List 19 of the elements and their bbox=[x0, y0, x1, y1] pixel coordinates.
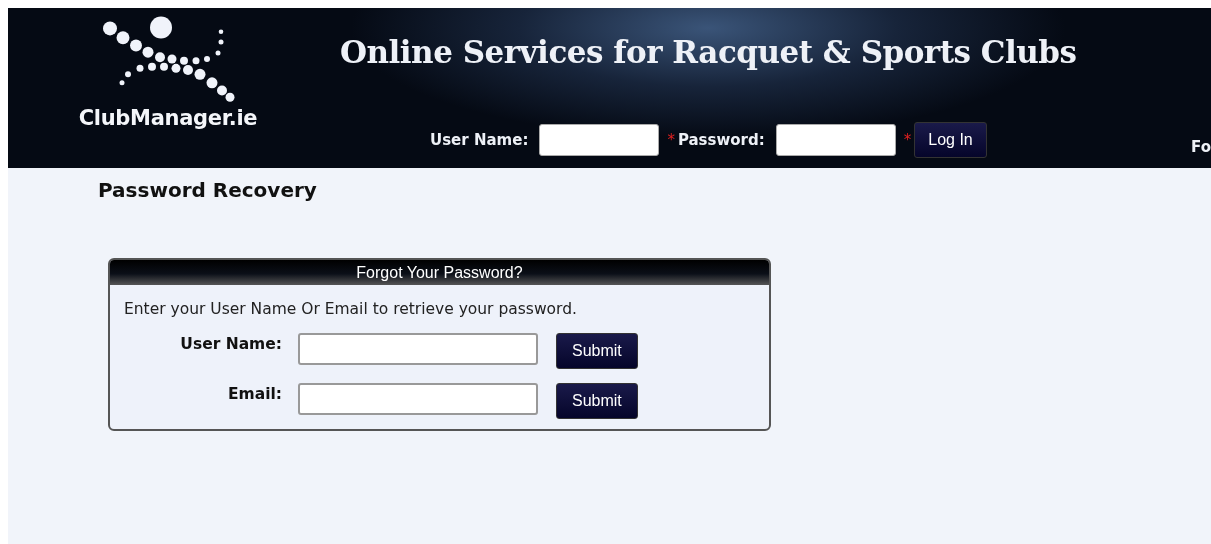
cut-off-text: Fo bbox=[1191, 138, 1211, 156]
login-input-field[interactable] bbox=[539, 124, 660, 156]
login-label: Password: bbox=[677, 131, 765, 149]
site-title: Online Services for Racquet & Sports Clubs bbox=[340, 34, 1078, 70]
page-title: Password Recovery bbox=[98, 178, 318, 202]
login-input-field[interactable] bbox=[775, 124, 896, 156]
field-label: Email: bbox=[226, 384, 282, 403]
logo-text: ClubManager.ie bbox=[78, 106, 258, 130]
panel-title: Forgot Your Password? bbox=[110, 260, 769, 285]
required-mark: * bbox=[667, 131, 675, 149]
submit-button[interactable]: Submit bbox=[556, 383, 638, 419]
required-mark: * bbox=[903, 131, 912, 149]
input-field[interactable] bbox=[298, 383, 538, 415]
instruction-text: Enter your User Name Or Email to retrieve your password. bbox=[124, 300, 578, 318]
field-label: User Name: bbox=[179, 334, 282, 353]
input-field[interactable] bbox=[298, 333, 538, 365]
submit-button[interactable]: Submit bbox=[556, 333, 638, 369]
login-button[interactable]: Log In bbox=[914, 122, 987, 158]
login-label: User Name: bbox=[430, 131, 529, 149]
